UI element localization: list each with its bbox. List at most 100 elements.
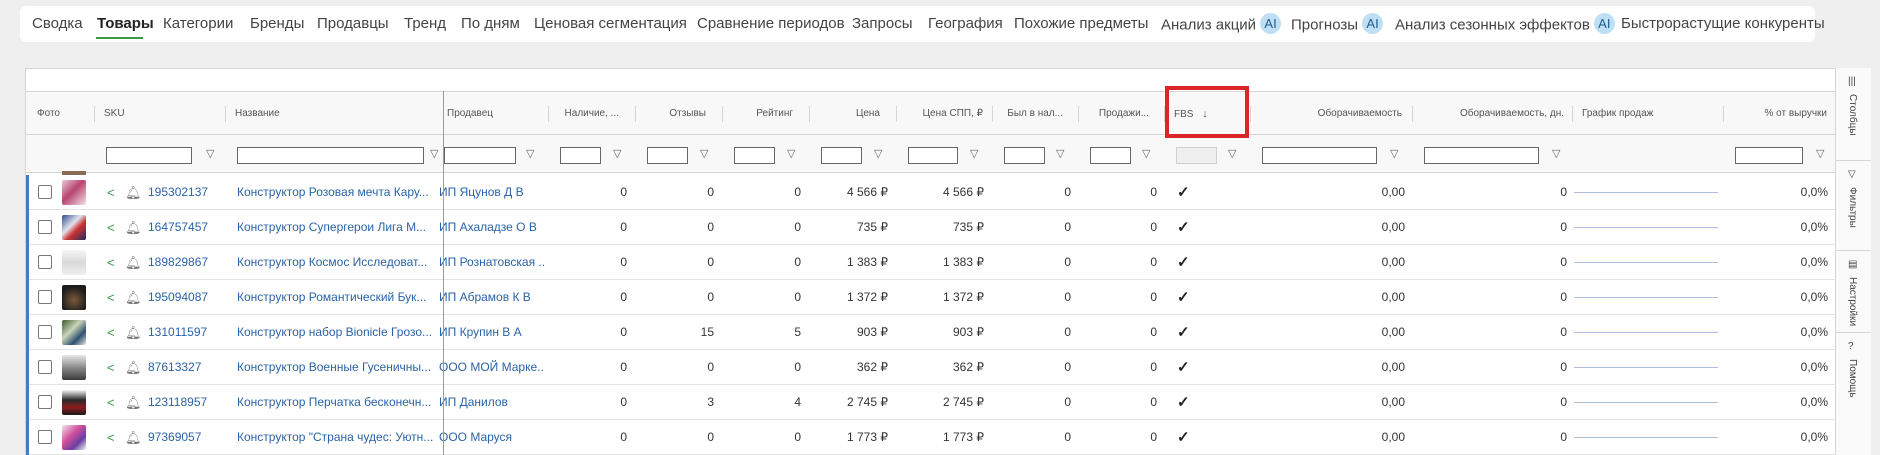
sidebar-tab-filters[interactable]: ▽ Фильтры	[1836, 161, 1871, 251]
sku-link[interactable]: 195302137	[148, 175, 208, 210]
was-in-stock-filter-input[interactable]	[1004, 147, 1045, 164]
funnel-icon[interactable]: ▽	[1142, 147, 1150, 160]
col-header-stock[interactable]: Наличие, ...	[550, 92, 627, 136]
tab-kategorii[interactable]: Категории	[163, 15, 233, 32]
row-checkbox[interactable]	[38, 290, 52, 304]
price-filter-input[interactable]	[821, 147, 862, 164]
row-checkbox[interactable]	[38, 220, 52, 234]
table-row[interactable]: < 🔔︎ 164757457 Конструктор Супергерои Ли…	[26, 210, 1835, 245]
name-filter-input[interactable]	[237, 147, 424, 164]
table-row[interactable]: < 🔔︎ 195094087 Конструктор Романтический…	[26, 280, 1835, 315]
sidebar-tab-columns[interactable]: ||| Столбцы	[1836, 68, 1871, 161]
funnel-icon[interactable]: ▽	[1056, 147, 1064, 160]
bell-icon[interactable]: 🔔︎	[125, 210, 142, 245]
share-icon[interactable]: <	[107, 210, 115, 245]
bell-icon[interactable]: 🔔︎	[125, 280, 142, 315]
tab-promo-analysis[interactable]: Анализ акций AI	[1161, 13, 1282, 36]
product-thumbnail[interactable]	[62, 355, 86, 380]
tab-price-segmentation[interactable]: Ценовая сегментация	[534, 15, 687, 32]
product-name-link[interactable]: Конструктор набор Bionicle Грозо...	[237, 315, 440, 350]
col-header-reviews[interactable]: Отзывы	[637, 92, 714, 136]
product-thumbnail[interactable]	[62, 215, 86, 240]
funnel-icon[interactable]: ▽	[700, 147, 708, 160]
share-icon[interactable]: <	[107, 350, 115, 385]
funnel-icon[interactable]: ▽	[430, 147, 438, 160]
seller-link[interactable]: ИП Рознатовская ...	[439, 245, 544, 280]
col-header-sales[interactable]: Продажи...	[1080, 92, 1157, 136]
funnel-icon[interactable]: ▽	[1390, 147, 1398, 160]
product-name-link[interactable]: Конструктор Перчатка бесконечн...	[237, 385, 440, 420]
product-thumbnail[interactable]	[62, 425, 86, 450]
sku-link[interactable]: 97369057	[148, 420, 201, 455]
product-thumbnail[interactable]	[62, 320, 86, 345]
sku-link[interactable]: 195094087	[148, 280, 208, 315]
funnel-icon[interactable]: ▽	[1816, 147, 1824, 160]
seller-link[interactable]: ИП Абрамов К В	[439, 280, 544, 315]
sku-link[interactable]: 123118957	[148, 385, 207, 420]
spp-price-filter-input[interactable]	[908, 147, 958, 164]
bell-icon[interactable]: 🔔︎	[125, 420, 142, 455]
funnel-icon[interactable]: ▽	[1228, 147, 1236, 160]
seller-link[interactable]: ИП Крупин В А	[439, 315, 544, 350]
sales-filter-input[interactable]	[1090, 147, 1131, 164]
product-name-link[interactable]: Конструктор Розовая мечта Кару...	[237, 175, 440, 210]
tab-similar-items[interactable]: Похожие предметы	[1014, 15, 1148, 32]
table-row[interactable]: < 🔔︎ 131011597 Конструктор набор Bionicl…	[26, 315, 1835, 350]
funnel-icon[interactable]: ▽	[526, 147, 534, 160]
table-row[interactable]: < 🔔︎ 87613327 Конструктор Военные Гусени…	[26, 350, 1835, 385]
sku-link[interactable]: 87613327	[148, 350, 201, 385]
stock-filter-input[interactable]	[560, 147, 601, 164]
tab-brendy[interactable]: Бренды	[250, 15, 304, 32]
row-checkbox[interactable]	[38, 430, 52, 444]
product-name-link[interactable]: Конструктор Космос Исследоват...	[237, 245, 440, 280]
table-row[interactable]: < 🔔︎ 97369057 Конструктор "Страна чудес:…	[26, 420, 1835, 455]
share-icon[interactable]: <	[107, 315, 115, 350]
col-header-price[interactable]: Цена	[811, 92, 888, 136]
product-name-link[interactable]: Конструктор Супергерои Лига М...	[237, 210, 440, 245]
bell-icon[interactable]: 🔔︎	[125, 385, 142, 420]
sidebar-tab-settings[interactable]: ▤ Настройки	[1836, 251, 1871, 333]
product-thumbnail[interactable]	[62, 180, 86, 205]
funnel-icon[interactable]: ▽	[970, 147, 978, 160]
tab-prodavcy[interactable]: Продавцы	[317, 15, 389, 32]
col-header-turnover[interactable]: Оборачиваемость	[1252, 92, 1410, 136]
seller-filter-input[interactable]	[444, 147, 516, 164]
col-header-spp-price[interactable]: Цена СПП, ₽	[898, 92, 991, 136]
product-name-link[interactable]: Конструктор Романтический Бук...	[237, 280, 440, 315]
row-checkbox[interactable]	[38, 395, 52, 409]
col-header-seller[interactable]: Продавец	[439, 92, 549, 136]
funnel-icon[interactable]: ▽	[787, 147, 795, 160]
product-thumbnail[interactable]	[62, 390, 86, 415]
col-header-revenue-pct[interactable]: % от выручки	[1725, 92, 1835, 136]
row-checkbox[interactable]	[38, 185, 52, 199]
sku-link[interactable]: 189829867	[148, 245, 208, 280]
funnel-icon[interactable]: ▽	[206, 147, 214, 160]
seller-link[interactable]: ИП Данилов	[439, 385, 544, 420]
seller-link[interactable]: ООО Маруся	[439, 420, 544, 455]
tab-svodka[interactable]: Сводка	[32, 15, 83, 32]
tab-zaprosy[interactable]: Запросы	[852, 15, 913, 32]
row-checkbox[interactable]	[38, 325, 52, 339]
tab-trend[interactable]: Тренд	[404, 15, 446, 32]
tab-seasonal-effects[interactable]: Анализ сезонных эффектов AI	[1395, 13, 1615, 36]
product-name-link[interactable]: Конструктор "Страна чудес: Уютн...	[237, 420, 440, 455]
table-row[interactable]: < 🔔︎ 189829867 Конструктор Космос Исслед…	[26, 245, 1835, 280]
share-icon[interactable]: <	[107, 280, 115, 315]
col-header-sales-chart[interactable]: График продаж	[1574, 92, 1724, 136]
revenue-pct-filter-input[interactable]	[1735, 147, 1803, 164]
row-checkbox[interactable]	[38, 360, 52, 374]
col-header-name[interactable]: Название	[227, 92, 443, 136]
bell-icon[interactable]: 🔔︎	[125, 315, 142, 350]
table-row[interactable]: < 🔔︎ 195302137 Конструктор Розовая мечта…	[26, 175, 1835, 210]
tab-fast-growing-competitors[interactable]: Быстрорастущие конкуренты	[1621, 15, 1825, 32]
seller-link[interactable]: ИП Ахаладзе О В	[439, 210, 544, 245]
product-thumbnail[interactable]	[62, 250, 86, 275]
tab-period-comparison[interactable]: Сравнение периодов	[697, 15, 845, 32]
col-header-rating[interactable]: Рейтинг	[724, 92, 801, 136]
funnel-icon[interactable]: ▽	[613, 147, 621, 160]
tab-tovary[interactable]: Товары	[97, 15, 154, 32]
tab-geografiya[interactable]: География	[928, 15, 1003, 32]
col-header-photo[interactable]: Фото	[29, 92, 94, 136]
sku-link[interactable]: 131011597	[148, 315, 207, 350]
turnover-days-filter-input[interactable]	[1424, 147, 1539, 164]
